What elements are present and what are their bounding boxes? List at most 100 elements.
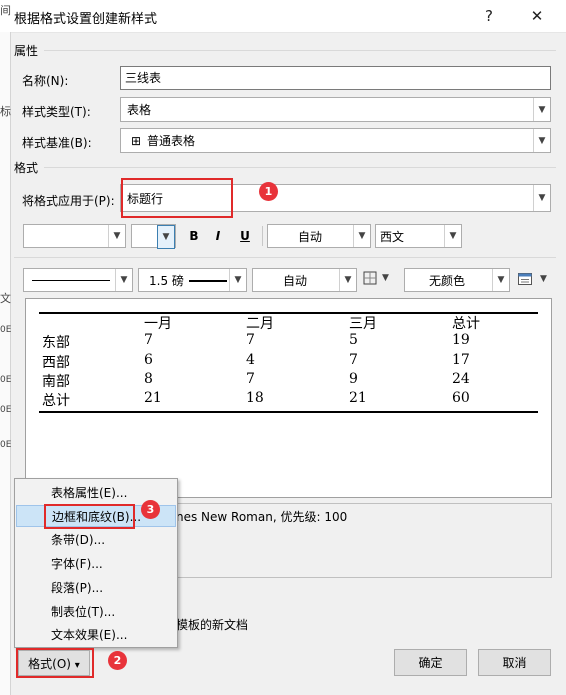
menu-item-tabs[interactable]: 制表位(T)... [16, 601, 176, 623]
line-style-preview [32, 280, 110, 281]
apply-to-label: 将格式应用于(P): [22, 194, 115, 208]
shading-select[interactable]: 无颜色 ▼ [404, 268, 510, 292]
preview-table: 一月 二月 三月 总计 东部 7 7 5 19 西部 6 4 7 17 南部 8 7 9 24 总计 21 18 21 60 [40, 313, 538, 411]
style-preview: 一月 二月 三月 总计 东部 7 7 5 19 西部 6 4 7 17 南部 8 7 9 24 总计 21 18 21 60 [25, 298, 552, 498]
font-name-select[interactable]: ▼ [23, 224, 126, 248]
ok-button[interactable]: 确定 [394, 649, 467, 676]
edge-text: 0E [0, 325, 12, 335]
bottom-rule [39, 411, 538, 413]
preview-cell: 6 [144, 352, 153, 368]
menu-item-font[interactable]: 字体(F)... [16, 553, 176, 575]
style-type-select[interactable]: 表格 ▼ [120, 97, 551, 122]
style-base-select[interactable]: ⊞ 普通表格 ▼ [120, 128, 551, 153]
chevron-down-icon: ▼ [533, 185, 550, 211]
edge-text: 标 [0, 105, 11, 118]
border-color-value: 自动 [283, 274, 308, 288]
properties-divider [44, 50, 556, 51]
name-label: 名称(N): [22, 74, 69, 88]
highlight-box-1 [121, 178, 233, 218]
callout-badge-2: 2 [108, 651, 127, 670]
toolbar-divider [14, 257, 556, 258]
borders-grid-icon[interactable] [362, 270, 378, 286]
edge-text: 文 [0, 292, 11, 305]
preview-cell: 5 [349, 332, 358, 348]
border-color-select[interactable]: 自动 ▼ [252, 268, 357, 292]
preview-cell: 24 [452, 371, 470, 387]
preview-cell: 7 [246, 332, 255, 348]
preview-cell: 60 [452, 390, 470, 406]
new-template-option-label: 模板的新文档 [176, 618, 249, 632]
edge-text: 0E [0, 440, 12, 450]
preview-cell: 17 [452, 352, 470, 368]
callout-badge-1: 1 [259, 182, 278, 201]
chevron-down-icon: ▼ [492, 269, 509, 291]
preview-header-cell: 一月 [144, 316, 172, 332]
table-icon: ⊞ [131, 134, 142, 148]
toolbar-separator [262, 226, 263, 246]
dialog-title: 根据格式设置创建新样式 [14, 12, 158, 27]
preview-cell: 7 [349, 352, 358, 368]
table-style-options-icon[interactable] [517, 271, 533, 287]
preview-cell: 21 [144, 390, 162, 406]
script-value: 西文 [380, 230, 405, 244]
chevron-down-icon: ▼ [339, 269, 356, 291]
preview-cell: 18 [246, 390, 264, 406]
shading-value: 无颜色 [429, 274, 466, 288]
style-type-value: 表格 [127, 103, 152, 117]
preview-header-cell: 二月 [246, 316, 274, 332]
chevron-down-icon[interactable]: ▼ [540, 274, 547, 284]
border-weight-value: 1.5 磅 [149, 274, 184, 288]
style-type-label: 样式类型(T): [22, 105, 91, 119]
menu-item-banding[interactable]: 条带(D)... [16, 529, 176, 551]
cancel-button[interactable]: 取消 [478, 649, 551, 676]
title-bar: 根据格式设置创建新样式 ? ✕ [0, 0, 566, 33]
edge-text: 间 [0, 4, 11, 17]
font-color-select[interactable]: 自动 ▼ [267, 224, 371, 248]
preview-cell: 9 [349, 371, 358, 387]
menu-item-paragraph[interactable]: 段落(P)... [16, 577, 176, 599]
description-text: nes New Roman, 优先级: 100 [176, 510, 348, 524]
chevron-down-icon: ▼ [115, 269, 132, 291]
preview-cell: 19 [452, 332, 470, 348]
border-style-select[interactable]: ▼ [23, 268, 133, 292]
bold-button[interactable]: B [184, 224, 204, 248]
preview-cell: 21 [349, 390, 367, 406]
border-weight-select[interactable]: 1.5 磅 ▼ [138, 268, 247, 292]
chevron-down-icon: ▼ [444, 225, 461, 247]
background-window-edge [0, 32, 11, 695]
callout-badge-3: 3 [141, 500, 160, 519]
help-icon[interactable]: ? [474, 5, 504, 27]
chevron-down-icon: ▼ [108, 225, 125, 247]
preview-header-cell: 三月 [349, 316, 377, 332]
chevron-down-icon: ▼ [533, 98, 550, 121]
properties-heading: 属性 [14, 44, 39, 58]
preview-cell: 7 [246, 371, 255, 387]
style-base-label: 样式基准(B): [22, 136, 92, 150]
script-select[interactable]: 西文 ▼ [375, 224, 462, 248]
chevron-down-icon: ▼ [157, 225, 175, 249]
format-heading: 格式 [14, 161, 39, 175]
edge-text: 0E [0, 405, 12, 415]
preview-cell: 西部 [42, 355, 70, 371]
chevron-down-icon: ▼ [533, 129, 550, 152]
preview-cell: 南部 [42, 374, 70, 390]
highlight-box-3 [44, 504, 135, 529]
preview-cell: 总计 [42, 393, 70, 409]
style-name-input[interactable]: 三线表 [120, 66, 551, 90]
preview-cell: 4 [246, 352, 255, 368]
preview-cell: 7 [144, 332, 153, 348]
preview-header-cell: 总计 [452, 316, 480, 332]
style-base-value: 普通表格 [147, 134, 196, 148]
menu-item-text-effects[interactable]: 文本效果(E)... [16, 624, 176, 646]
chevron-down-icon[interactable]: ▼ [382, 273, 389, 283]
underline-button[interactable]: U [235, 224, 255, 248]
italic-button[interactable]: I [208, 224, 228, 248]
font-size-select[interactable]: ▼ [131, 224, 176, 249]
preview-cell: 8 [144, 371, 153, 387]
font-color-value: 自动 [298, 230, 323, 244]
close-icon[interactable]: ✕ [522, 5, 552, 27]
chevron-down-icon: ▼ [353, 225, 370, 247]
format-divider [44, 167, 556, 168]
edge-text: 0E [0, 375, 12, 385]
line-weight-preview [189, 280, 227, 282]
